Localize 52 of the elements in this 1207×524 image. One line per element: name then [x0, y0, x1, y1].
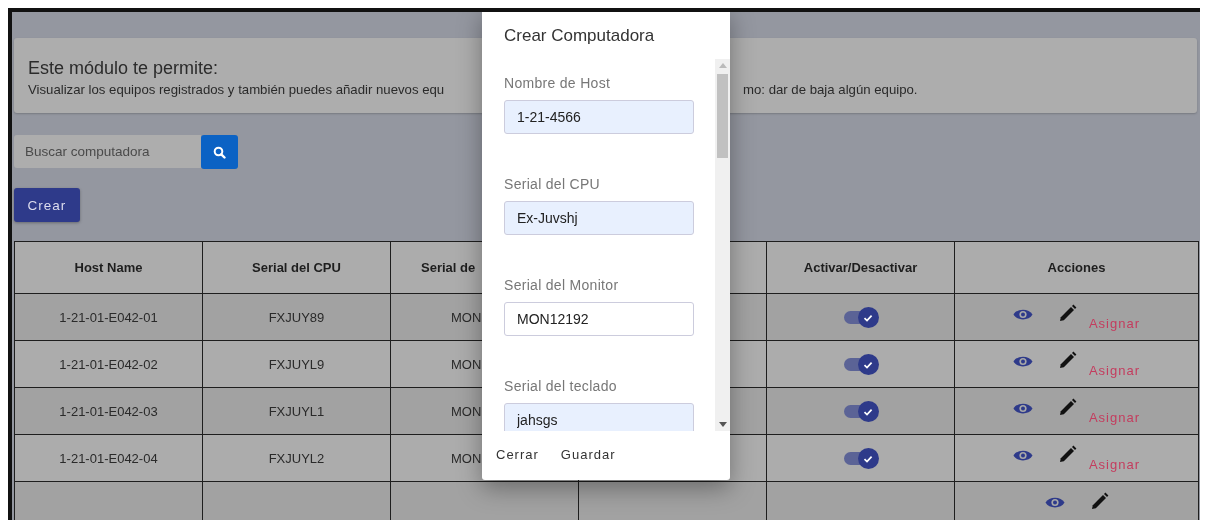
table-cell: MON	[451, 403, 482, 419]
field-label: Serial del CPU	[504, 176, 601, 192]
eye-icon[interactable]	[1044, 495, 1065, 509]
pencil-icon[interactable]	[1090, 492, 1109, 510]
field-label: Serial del teclado	[504, 378, 618, 394]
column-header: Host Name	[74, 260, 143, 275]
dialog-button[interactable]: Guardar	[554, 447, 622, 462]
search-field[interactable]: Buscar computadora	[14, 135, 201, 168]
table-cell: MON	[451, 356, 482, 372]
toggle-switch[interactable]	[843, 447, 878, 469]
column-header: Serial de	[421, 260, 476, 275]
table-cell: FXJUYL9	[268, 356, 325, 372]
search-icon	[213, 145, 226, 159]
input-field[interactable]: Ex-Juvshj	[504, 201, 694, 235]
search-button[interactable]	[201, 135, 238, 169]
table-cell: 1-21-01-E042-01	[59, 309, 158, 325]
pencil-icon[interactable]	[1058, 398, 1077, 416]
table-cell: FXJUYL1	[268, 403, 325, 419]
field-label: Nombre de Host	[504, 75, 612, 91]
column-header: Activar/Desactivar	[803, 260, 918, 275]
scrollbar[interactable]	[715, 59, 730, 431]
info-title: Este módulo te permite:	[28, 58, 219, 79]
table-cell: 1-21-01-E042-03	[59, 403, 158, 419]
pencil-icon[interactable]	[1058, 351, 1077, 369]
eye-icon[interactable]	[1012, 307, 1033, 321]
table-cell: FXJUYL2	[268, 450, 325, 466]
field-label: Serial del Monitor	[504, 277, 620, 293]
input-field[interactable]: jahsgs	[504, 403, 694, 431]
eye-icon[interactable]	[1012, 354, 1033, 368]
description-text: mo: dar de baja algún equipo.	[743, 82, 919, 97]
table-cell: 1-21-01-E042-02	[59, 356, 158, 372]
input-field[interactable]: MON12192	[504, 302, 694, 336]
eye-icon[interactable]	[1012, 448, 1033, 462]
pencil-icon[interactable]	[1058, 445, 1077, 463]
toggle-switch[interactable]	[843, 400, 878, 422]
dialog-title: Crear Computadora	[503, 25, 656, 47]
table-cell: 1-21-01-E042-04	[59, 450, 158, 466]
description-text: Visualizar los equipos registrados y también puedes añadir nuevos equ	[28, 82, 446, 97]
input-field[interactable]: 1-21-4566	[504, 100, 694, 134]
column-header: Serial del CPU	[252, 260, 341, 275]
caret-down-icon[interactable]	[718, 422, 727, 427]
toggle-switch[interactable]	[843, 306, 878, 328]
create-button[interactable]: Crear	[14, 188, 80, 222]
dialog-button[interactable]: Cerrar	[490, 447, 545, 462]
column-header: Acciones	[1047, 260, 1106, 275]
table-cell: MON	[451, 309, 482, 325]
table-cell: FXJUY89	[268, 309, 325, 325]
eye-icon[interactable]	[1012, 401, 1033, 415]
scrollbar-thumb[interactable]	[717, 74, 728, 158]
table-cell: MON	[451, 450, 482, 466]
pencil-icon[interactable]	[1058, 304, 1077, 322]
toggle-switch[interactable]	[843, 353, 878, 375]
